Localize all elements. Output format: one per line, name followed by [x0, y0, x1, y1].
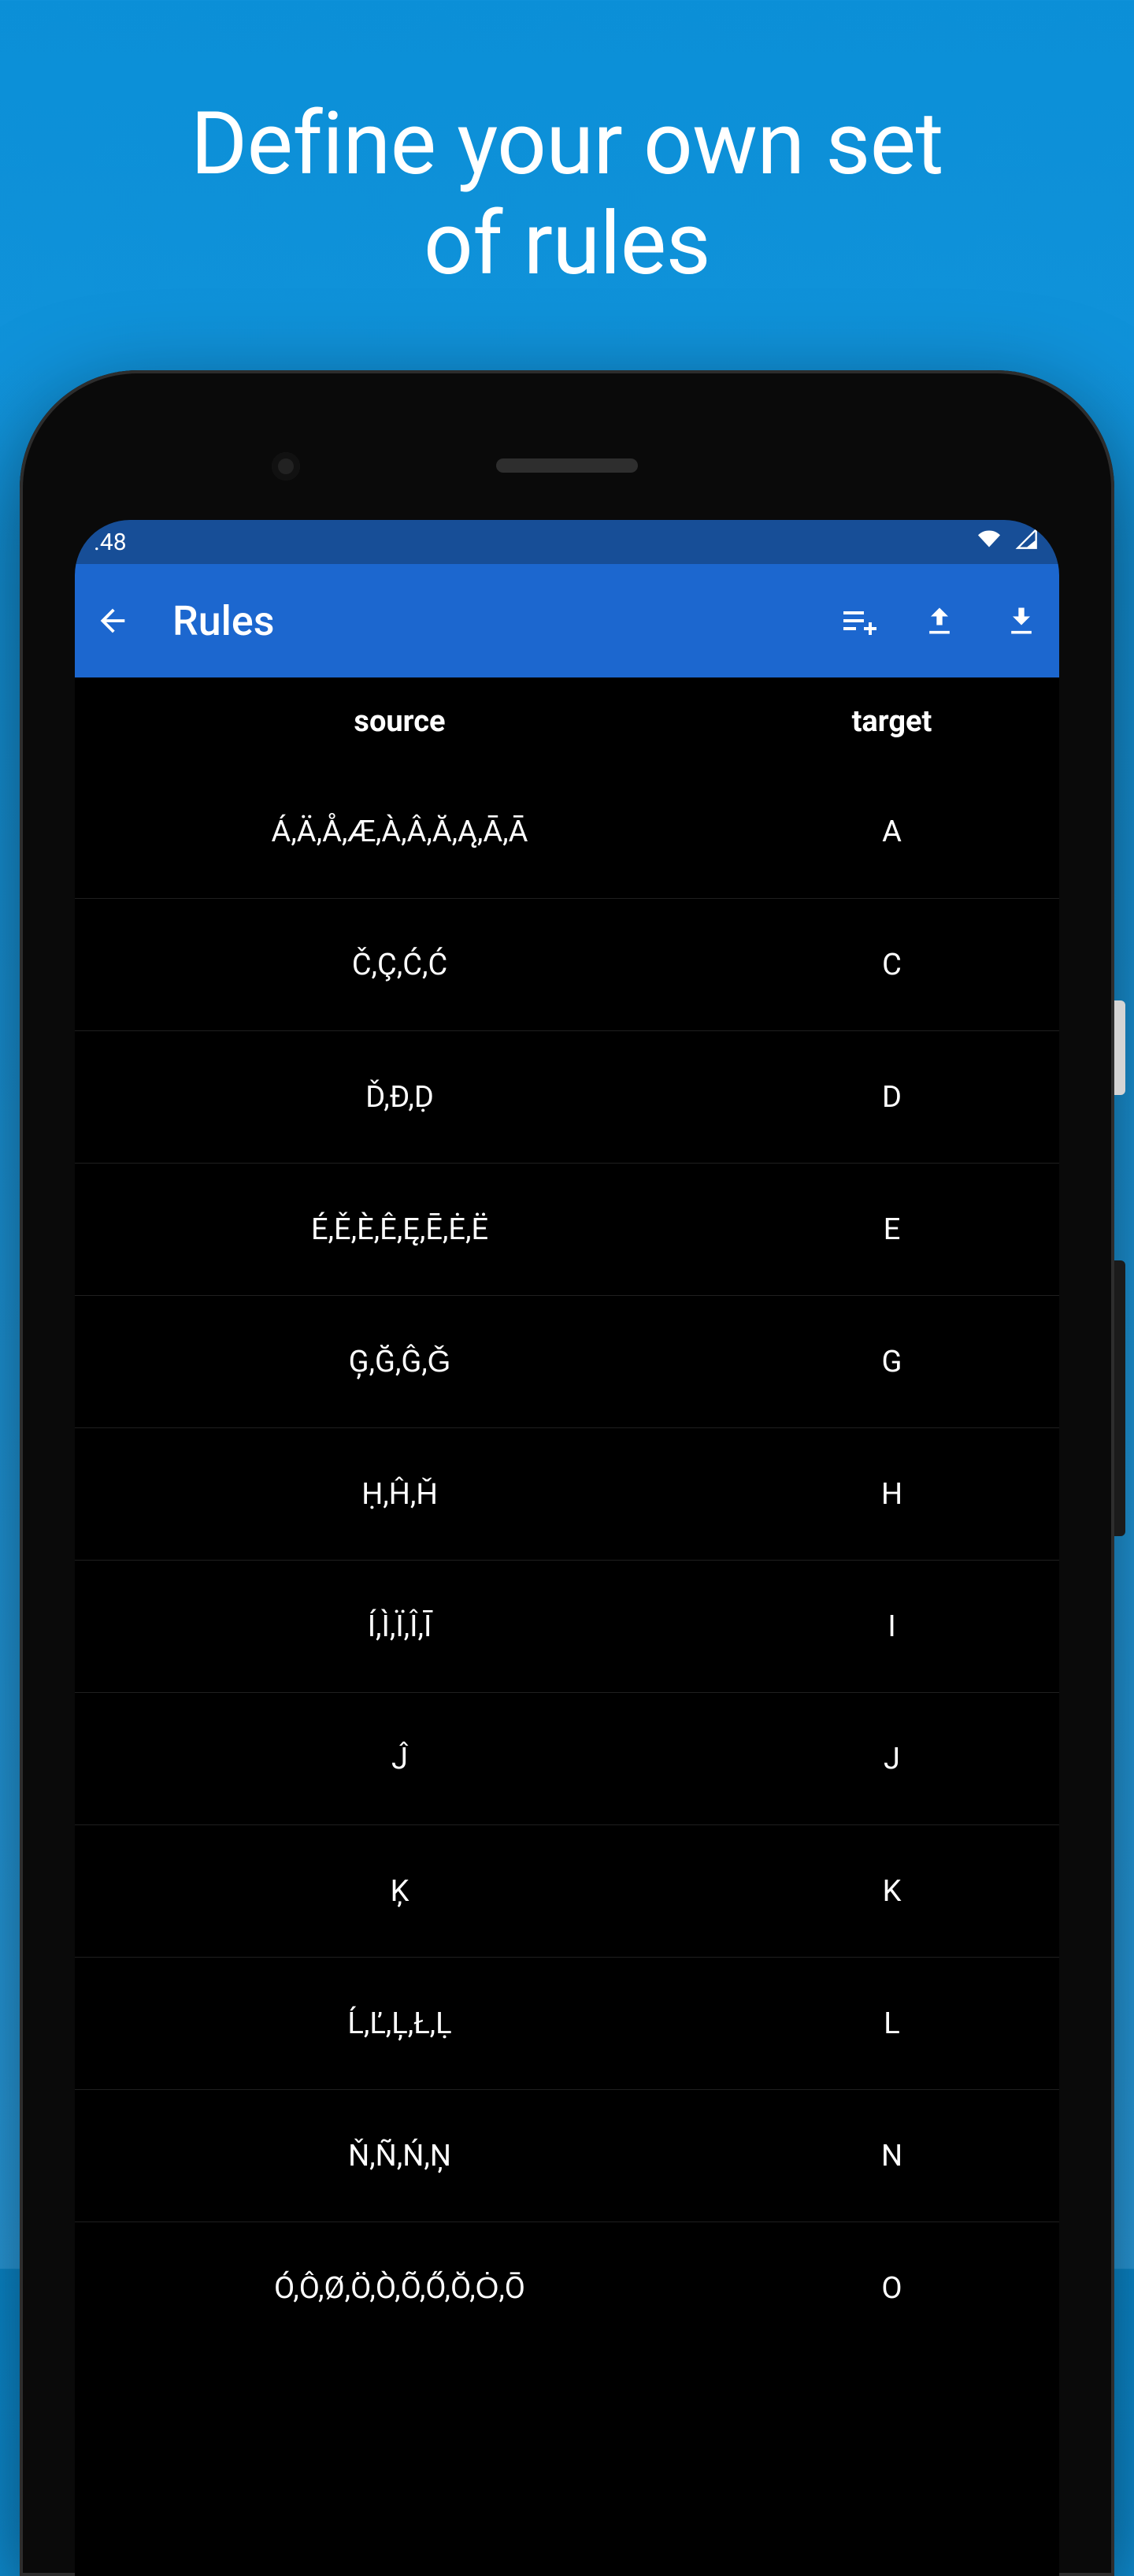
rule-target: E [724, 1212, 1059, 1247]
rule-target: G [724, 1345, 1059, 1379]
rule-row[interactable]: Ĺ,Ľ,Ļ,Ł,ḶL [75, 1957, 1059, 2089]
rule-row[interactable]: Á,Ä,Å,Æ,À,Â,Ă,Ą,Ā,ĀA [75, 766, 1059, 898]
export-button[interactable] [917, 599, 962, 643]
rule-row[interactable]: Č,Ç,Ć,ĆC [75, 898, 1059, 1030]
rule-target: A [724, 815, 1059, 849]
promo-title: Define your own set of rules [0, 95, 1134, 294]
rule-source: Ď,Đ,Ḍ [75, 1080, 724, 1115]
rule-row[interactable]: Í,Ì,Ï,Î,ĪI [75, 1560, 1059, 1692]
rule-target: I [724, 1609, 1059, 1644]
rule-source: É,Ě,È,Ê,Ę,Ē,Ė,Ë [75, 1212, 724, 1247]
rule-source: Ó,Ô,Ø,Ö,Ò,Õ,Ő,Ŏ,Ȯ,Ō [75, 2271, 724, 2306]
phone-screen: .48 Rules [75, 520, 1059, 2576]
phone-camera [272, 452, 300, 481]
wifi-icon [976, 528, 1002, 556]
rule-row[interactable]: Ď,Đ,ḌD [75, 1030, 1059, 1163]
rule-source: Ĺ,Ľ,Ļ,Ł,Ḷ [75, 2006, 724, 2041]
rule-target: J [724, 1742, 1059, 1776]
rule-source: Ḥ,Ĥ,Ȟ [75, 1477, 724, 1512]
rule-source: Ĵ [75, 1742, 724, 1776]
phone-side-button-power [1114, 1000, 1125, 1095]
rule-source: Ķ [75, 1874, 724, 1909]
rules-body: Á,Ä,Å,Æ,À,Â,Ă,Ą,Ā,ĀAČ,Ç,Ć,ĆCĎ,Đ,ḌDÉ,Ě,È,… [75, 766, 1059, 2354]
rule-row[interactable]: Ģ,Ğ,Ĝ,ǦG [75, 1295, 1059, 1427]
back-button[interactable] [91, 599, 135, 643]
promo-title-line2: of rules [424, 193, 710, 295]
phone-body: .48 Rules [20, 370, 1114, 2576]
status-bar: .48 [75, 520, 1059, 564]
rule-source: Ģ,Ğ,Ĝ,Ǧ [75, 1345, 724, 1379]
import-button[interactable] [999, 599, 1043, 643]
rules-header: source target [75, 677, 1059, 766]
phone-side-button-volume [1114, 1260, 1125, 1536]
rules-table: source target Á,Ä,Å,Æ,À,Â,Ă,Ą,Ā,ĀAČ,Ç,Ć,… [75, 677, 1059, 2354]
app-bar: Rules [75, 564, 1059, 677]
rule-row[interactable]: É,Ě,È,Ê,Ę,Ē,Ė,ËE [75, 1163, 1059, 1295]
rule-row[interactable]: Ň,Ñ,Ń,ŅN [75, 2089, 1059, 2222]
rule-target: K [724, 1874, 1059, 1909]
rule-target: H [724, 1477, 1059, 1512]
rule-source: Č,Ç,Ć,Ć [75, 948, 724, 982]
rule-source: Ň,Ñ,Ń,Ņ [75, 2139, 724, 2173]
rule-row[interactable]: ĴJ [75, 1692, 1059, 1824]
column-header-target: target [724, 704, 1059, 739]
rule-row[interactable]: Ḥ,Ĥ,ȞH [75, 1427, 1059, 1560]
add-rule-button[interactable] [836, 599, 880, 643]
phone-frame: .48 Rules [20, 370, 1114, 2576]
rule-row[interactable]: ĶK [75, 1824, 1059, 1957]
rule-target: D [724, 1080, 1059, 1115]
phone-earpiece [496, 458, 638, 473]
rule-target: N [724, 2139, 1059, 2173]
rule-source: Í,Ì,Ï,Î,Ī [75, 1609, 724, 1644]
app-bar-actions [836, 599, 1043, 643]
rule-target: L [724, 2006, 1059, 2041]
column-header-source: source [75, 704, 724, 739]
promo-title-line1: Define your own set [191, 93, 943, 195]
rule-row[interactable]: Ó,Ô,Ø,Ö,Ò,Õ,Ő,Ŏ,Ȯ,ŌO [75, 2222, 1059, 2354]
status-time: .48 [94, 529, 127, 556]
rule-target: O [724, 2271, 1059, 2306]
rule-source: Á,Ä,Å,Æ,À,Â,Ă,Ą,Ā,Ā [75, 815, 724, 849]
cell-signal-icon [1014, 528, 1040, 556]
rule-target: C [724, 948, 1059, 982]
app-bar-title: Rules [172, 597, 810, 645]
